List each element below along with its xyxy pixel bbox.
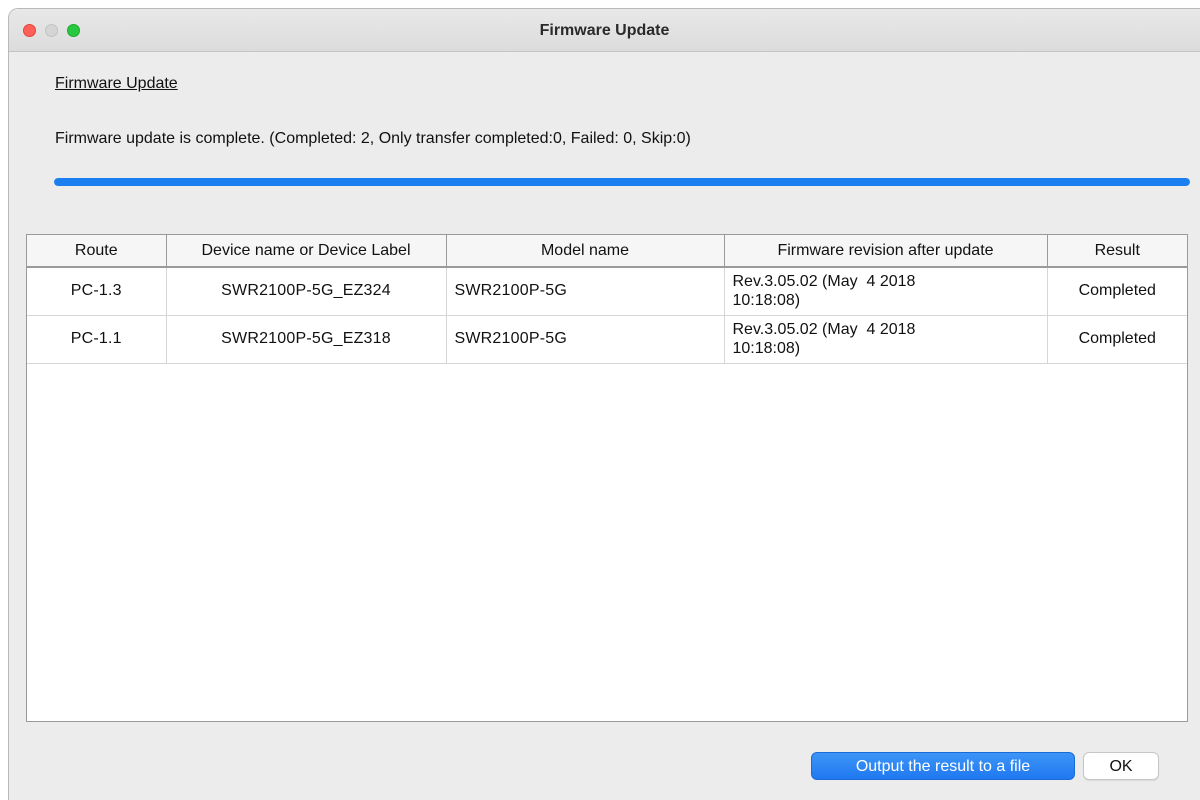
cell-model: SWR2100P-5G — [446, 267, 725, 316]
cell-route: PC-1.3 — [27, 267, 167, 316]
cell-firmware: Rev.3.05.02 (May 4 2018 10:18:08) — [724, 315, 1048, 364]
table-row[interactable]: PC-1.1 SWR2100P-5G_EZ318 SWR2100P-5G Rev… — [27, 315, 1187, 364]
column-header-result[interactable]: Result — [1047, 235, 1187, 268]
title-bar: Firmware Update — [9, 9, 1200, 52]
cell-model: SWR2100P-5G — [446, 315, 725, 364]
cell-firmware-line1: Rev.3.05.02 (May 4 2018 — [732, 273, 916, 291]
cell-device: SWR2100P-5G_EZ324 — [166, 267, 447, 316]
results-table-grid: Route Device name or Device Label Model … — [27, 235, 1187, 364]
cell-result: Completed — [1047, 267, 1187, 316]
output-result-button[interactable]: Output the result to a file — [811, 752, 1075, 780]
cell-firmware-line1: Rev.3.05.02 (May 4 2018 — [732, 321, 916, 338]
cell-route: PC-1.1 — [27, 315, 167, 364]
results-table: Route Device name or Device Label Model … — [26, 234, 1188, 722]
cell-firmware-line2: 10:18:08) — [732, 340, 801, 357]
window-title: Firmware Update — [539, 22, 670, 39]
status-message: Firmware update is complete. (Completed:… — [55, 130, 691, 147]
table-header-row: Route Device name or Device Label Model … — [27, 235, 1187, 268]
column-header-firmware[interactable]: Firmware revision after update — [724, 235, 1048, 268]
column-header-device[interactable]: Device name or Device Label — [166, 235, 447, 268]
cell-device: SWR2100P-5G_EZ318 — [166, 315, 447, 364]
ok-button[interactable]: OK — [1083, 752, 1159, 780]
cell-firmware-line2: 10:18:08) — [732, 292, 801, 310]
cell-firmware: Rev.3.05.02 (May 4 2018 10:18:08) — [724, 267, 1048, 316]
table-row[interactable]: PC-1.3 SWR2100P-5G_EZ324 SWR2100P-5G Rev… — [27, 267, 1187, 316]
cell-result: Completed — [1047, 315, 1187, 364]
column-header-route[interactable]: Route — [27, 235, 167, 268]
progress-bar — [54, 178, 1190, 186]
section-title: Firmware Update — [55, 75, 178, 92]
column-header-model[interactable]: Model name — [446, 235, 725, 268]
progress-bar-fill — [54, 178, 1190, 186]
firmware-update-window: Firmware Update Firmware Update Firmware… — [8, 8, 1200, 800]
